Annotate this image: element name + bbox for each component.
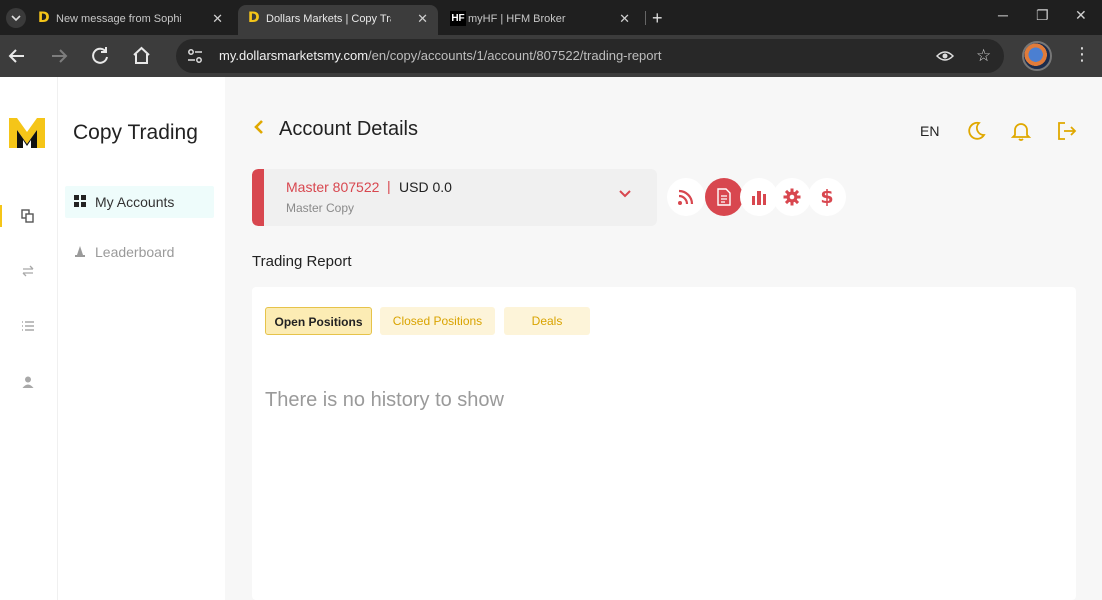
account-separator: | <box>387 178 391 194</box>
site-settings-icon[interactable] <box>186 47 204 65</box>
browser-tab-3[interactable]: HF myHF | HFM Broker ✕ <box>440 5 640 35</box>
sidebar-item-leaderboard[interactable]: Leaderboard <box>65 236 214 268</box>
account-name: Master 807522 <box>286 179 380 195</box>
user-icon[interactable] <box>21 375 35 389</box>
browser-tab-2[interactable]: D Dollars Markets | Copy Tradin ✕ <box>238 5 438 35</box>
tab-title: myHF | HFM Broker <box>468 13 566 25</box>
eye-icon[interactable] <box>936 48 954 64</box>
bookmark-star-icon[interactable]: ☆ <box>976 46 991 66</box>
sidebar-brand-title: Copy Trading <box>73 121 198 144</box>
minimize-icon[interactable]: ─ <box>998 7 1008 23</box>
chevron-down-icon[interactable] <box>618 189 632 199</box>
dollar-icon: $ <box>820 186 834 208</box>
language-selector[interactable]: EN <box>920 123 939 139</box>
account-color-stripe <box>252 169 264 226</box>
empty-state-message: There is no history to show <box>265 389 504 411</box>
browser-tab-1[interactable]: D New message from Sophia F ✕ <box>28 5 233 35</box>
trading-report-panel: Open Positions Closed Positions Deals Th… <box>252 287 1076 600</box>
icon-rail <box>0 77 57 600</box>
close-tab-icon[interactable]: ✕ <box>417 11 428 27</box>
dollars-markets-favicon: D <box>38 10 50 26</box>
list-icon[interactable] <box>21 319 35 333</box>
tab-title: New message from Sophia F <box>56 13 181 25</box>
podium-icon <box>75 246 85 257</box>
hfm-favicon: HF <box>450 11 466 26</box>
close-window-icon[interactable]: ✕ <box>1075 7 1087 24</box>
grid-icon <box>74 195 86 207</box>
sidebar-item-my-accounts[interactable]: My Accounts <box>65 186 214 218</box>
rss-icon <box>678 189 694 205</box>
profile-avatar[interactable] <box>1022 41 1052 71</box>
url-path: /en/copy/accounts/1/account/807522/tradi… <box>368 48 662 63</box>
account-balance: USD 0.0 <box>399 179 452 195</box>
moon-icon[interactable] <box>965 120 987 142</box>
settings-button[interactable] <box>773 178 811 216</box>
restore-icon[interactable]: ❐ <box>1036 7 1049 24</box>
active-rail-indicator <box>0 205 2 227</box>
tab-separator <box>645 11 646 25</box>
copy-icon[interactable] <box>21 209 35 223</box>
page-title: Account Details <box>279 118 418 140</box>
forward-arrow-icon[interactable] <box>50 47 68 65</box>
account-type: Master Copy <box>286 201 355 215</box>
tab-title: Dollars Markets | Copy Tradin <box>266 13 391 25</box>
account-selector-card[interactable]: Master 807522 | USD 0.0 Master Copy <box>252 169 657 226</box>
app: Copy Trading My Accounts Leaderboard Acc… <box>0 77 1102 600</box>
url-text[interactable]: my.dollarsmarketsmy.com/en/copy/accounts… <box>219 48 661 63</box>
chevron-down-icon <box>11 15 21 22</box>
new-tab-icon[interactable]: + <box>652 8 663 29</box>
funds-button[interactable]: $ <box>808 178 846 216</box>
back-chevron-icon[interactable] <box>252 117 266 137</box>
bell-icon[interactable] <box>1010 120 1032 142</box>
browser-menu-icon[interactable]: ⋮ <box>1073 44 1091 65</box>
tab-deals[interactable]: Deals <box>504 307 590 335</box>
tab-search-button[interactable] <box>6 8 26 28</box>
dollars-markets-logo <box>9 118 45 148</box>
sidebar-item-label: My Accounts <box>95 194 175 210</box>
report-icon <box>717 188 731 206</box>
main-content: Account Details EN Master 807522 | USD 0… <box>225 77 1102 600</box>
tab-closed-positions[interactable]: Closed Positions <box>380 307 495 335</box>
address-bar[interactable]: my.dollarsmarketsmy.com/en/copy/accounts… <box>176 39 1004 73</box>
browser-tab-bar: D New message from Sophia F ✕ D Dollars … <box>0 0 1102 35</box>
close-tab-icon[interactable]: ✕ <box>619 11 630 27</box>
trading-report-button[interactable] <box>705 178 743 216</box>
sidebar: Copy Trading My Accounts Leaderboard <box>57 77 225 600</box>
logout-icon[interactable] <box>1056 120 1078 142</box>
home-icon[interactable] <box>132 46 151 65</box>
close-tab-icon[interactable]: ✕ <box>212 11 223 27</box>
settings-icon <box>783 188 801 206</box>
transfer-icon[interactable] <box>21 264 35 278</box>
chart-icon <box>752 191 766 205</box>
url-domain: my.dollarsmarketsmy.com <box>219 48 369 63</box>
section-title: Trading Report <box>252 253 352 270</box>
back-arrow-icon[interactable] <box>8 47 26 65</box>
tab-open-positions[interactable]: Open Positions <box>265 307 372 335</box>
browser-toolbar: my.dollarsmarketsmy.com/en/copy/accounts… <box>0 35 1102 77</box>
sidebar-item-label: Leaderboard <box>95 244 175 260</box>
dollars-markets-favicon: D <box>248 10 260 26</box>
rss-button[interactable] <box>667 178 705 216</box>
reload-icon[interactable] <box>91 46 110 65</box>
